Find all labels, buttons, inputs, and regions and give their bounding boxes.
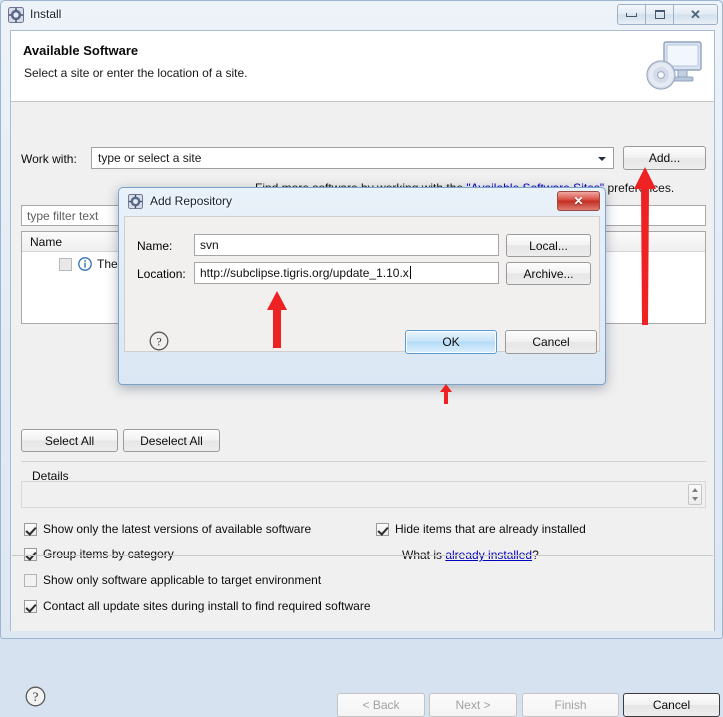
select-all-button[interactable]: Select All xyxy=(21,429,118,452)
close-icon: ✕ xyxy=(690,7,701,22)
page-title: Available Software xyxy=(23,43,139,58)
minimize-icon xyxy=(626,12,637,17)
chevron-down-icon[interactable] xyxy=(598,157,606,161)
dialog-cancel-button[interactable]: Cancel xyxy=(505,330,597,354)
window-title: Install xyxy=(30,7,62,21)
page-subtitle: Select a site or enter the location of a… xyxy=(24,66,248,80)
window-controls: ✕ xyxy=(617,4,718,25)
row-checkbox[interactable] xyxy=(59,258,72,271)
location-input[interactable]: http://subclipse.tigris.org/update_1.10.… xyxy=(194,262,499,284)
back-button[interactable]: < Back xyxy=(337,693,425,717)
checkbox-icon[interactable] xyxy=(376,522,389,536)
work-with-combo[interactable]: type or select a site xyxy=(91,147,614,169)
scroll-up-icon[interactable] xyxy=(692,488,698,492)
close-icon: ✕ xyxy=(573,194,584,208)
work-with-label: Work with: xyxy=(21,152,77,166)
location-label: Location: xyxy=(137,267,186,281)
cancel-button[interactable]: Cancel xyxy=(623,693,720,717)
info-icon xyxy=(78,257,92,271)
checkbox-icon[interactable] xyxy=(24,573,37,587)
install-gear-icon xyxy=(128,194,143,209)
archive-button[interactable]: Archive... xyxy=(506,262,591,285)
add-repository-dialog: Add Repository ✕ Name: svn Local... Loca… xyxy=(118,187,606,385)
minimize-button[interactable] xyxy=(617,4,646,25)
add-button[interactable]: Add... xyxy=(623,146,706,170)
checkbox-icon[interactable] xyxy=(24,522,37,536)
text-caret xyxy=(409,266,411,279)
svg-text:?: ? xyxy=(33,689,39,704)
option-applicable-to-target[interactable]: Show only software applicable to target … xyxy=(24,573,321,587)
svg-text:?: ? xyxy=(156,334,161,348)
scroll-down-icon[interactable] xyxy=(692,497,698,501)
option-group-by-category[interactable]: Group items by category xyxy=(24,547,174,561)
ok-button[interactable]: OK xyxy=(405,330,497,354)
finish-button[interactable]: Finish xyxy=(522,693,619,717)
option-label: Group items by category xyxy=(43,547,174,561)
name-input[interactable]: svn xyxy=(194,234,499,256)
name-value: svn xyxy=(200,238,219,252)
option-hide-installed-items[interactable]: Hide items that are already installed xyxy=(376,522,586,536)
option-label: Contact all update sites during install … xyxy=(43,599,371,613)
checkbox-icon[interactable] xyxy=(24,599,37,613)
checkbox-icon[interactable] xyxy=(24,547,37,561)
close-button[interactable]: ✕ xyxy=(673,4,718,25)
work-with-value: type or select a site xyxy=(98,151,202,165)
location-value-wrap: http://subclipse.tigris.org/update_1.10.… xyxy=(200,266,411,280)
option-label: Hide items that are already installed xyxy=(395,522,586,536)
name-label: Name: xyxy=(137,239,173,253)
column-header-name: Name xyxy=(30,235,63,249)
find-more-suffix: preferences. xyxy=(604,181,675,195)
maximize-button[interactable] xyxy=(645,4,674,25)
details-content xyxy=(21,481,706,508)
window-title-bar[interactable]: Install ✕ xyxy=(1,1,722,30)
option-label: Show only software applicable to target … xyxy=(43,573,322,587)
deselect-all-button[interactable]: Deselect All xyxy=(123,429,220,452)
install-wizard-window: Install ✕ Available Software Select a si… xyxy=(0,0,723,717)
help-question-icon[interactable]: ? xyxy=(149,331,169,351)
maximize-icon xyxy=(654,10,665,19)
location-value: http://subclipse.tigris.org/update_1.10.… xyxy=(200,266,409,280)
dialog-close-button[interactable]: ✕ xyxy=(557,191,600,211)
help-question-icon[interactable]: ? xyxy=(25,686,46,707)
next-button[interactable]: Next > xyxy=(429,693,517,717)
install-gear-icon xyxy=(8,7,24,23)
option-label: Show only the latest versions of availab… xyxy=(43,522,312,536)
details-scroll-spinner[interactable] xyxy=(688,484,702,505)
filter-placeholder: type filter text xyxy=(27,209,99,223)
option-show-latest-versions[interactable]: Show only the latest versions of availab… xyxy=(24,522,311,536)
local-button[interactable]: Local... xyxy=(506,234,591,257)
monitor-disc-icon xyxy=(646,41,702,90)
footer-separator xyxy=(12,555,713,556)
wizard-banner: Available Software Select a site or ente… xyxy=(11,31,714,102)
dialog-title-bar[interactable]: Add Repository ✕ xyxy=(119,188,605,216)
option-contact-all-update-sites[interactable]: Contact all update sites during install … xyxy=(24,599,371,613)
dialog-body: Name: svn Local... Location: http://subc… xyxy=(124,216,600,354)
dialog-title: Add Repository xyxy=(150,194,233,208)
